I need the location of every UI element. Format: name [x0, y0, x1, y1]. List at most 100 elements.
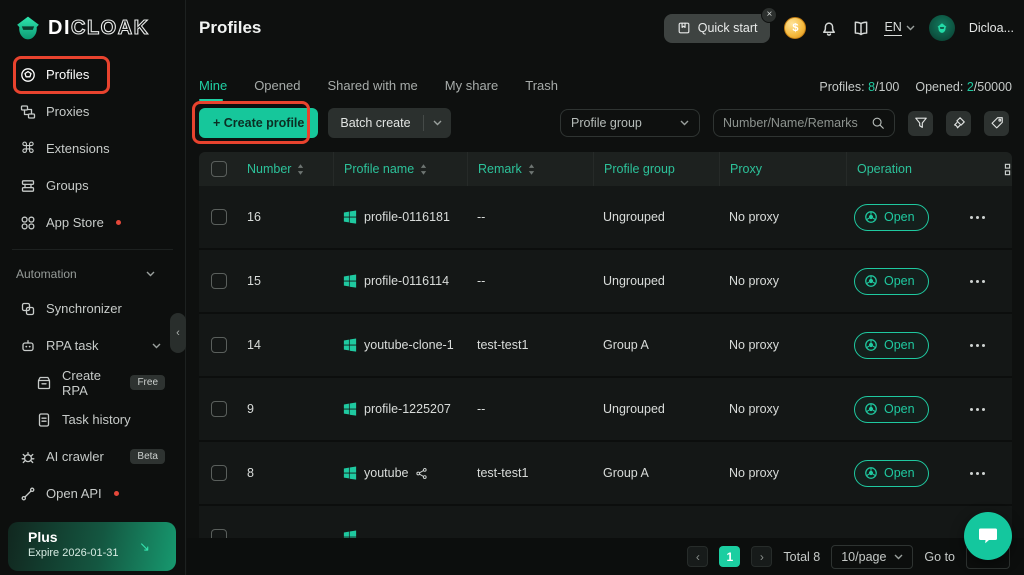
- row-checkbox[interactable]: [211, 401, 227, 417]
- row-menu-button[interactable]: [966, 404, 989, 415]
- table-row[interactable]: 14 youtube-clone-1 test-test1 Group A No…: [199, 314, 1012, 378]
- row-checkbox[interactable]: [211, 273, 227, 289]
- dicloak-logo-icon: [17, 16, 39, 40]
- sidebar-item-proxies[interactable]: Proxies: [8, 93, 167, 130]
- app-window: DICLOAK Profiles Proxies ⌘ Extensions Gr…: [0, 0, 1024, 575]
- filter-button[interactable]: [908, 110, 933, 136]
- section-label: Automation: [16, 267, 77, 281]
- row-group: Group A: [603, 338, 649, 352]
- sidebar-item-profiles[interactable]: Profiles: [8, 56, 167, 93]
- open-profile-button[interactable]: Open: [854, 267, 929, 295]
- header-remark[interactable]: Remark: [467, 152, 593, 186]
- search-input[interactable]: [723, 116, 871, 130]
- sidebar-collapse-handle[interactable]: ‹: [170, 313, 186, 353]
- windows-icon: [343, 530, 357, 538]
- tab-my-share[interactable]: My share: [445, 78, 498, 101]
- app-store-icon: [21, 216, 35, 229]
- browser-icon: [865, 339, 877, 351]
- open-profile-button[interactable]: Open: [854, 459, 929, 487]
- row-number: 16: [247, 210, 261, 224]
- brand-wordmark: DICLOAK: [48, 16, 150, 39]
- column-settings-icon[interactable]: [1004, 162, 1012, 177]
- rewards-coin-icon[interactable]: $: [784, 17, 807, 39]
- table-row-partial[interactable]: [199, 506, 1012, 538]
- sidebar-item-create-rpa[interactable]: Create RPA Free: [8, 364, 167, 401]
- row-menu-button[interactable]: [966, 468, 989, 479]
- prev-page-button[interactable]: ‹: [687, 546, 709, 567]
- sidebar-item-task-history[interactable]: Task history: [8, 401, 167, 438]
- opened-count-label: Opened:: [915, 79, 964, 94]
- plus-plan-card[interactable]: Plus Expire 2026-01-31 ↘: [8, 522, 176, 571]
- header-label: Number: [247, 162, 292, 176]
- tab-shared-with-me[interactable]: Shared with me: [327, 78, 417, 101]
- sidebar-item-extensions[interactable]: ⌘ Extensions: [8, 130, 167, 167]
- sidebar-section-automation[interactable]: Automation: [0, 258, 185, 290]
- page-size-select[interactable]: 10/page: [831, 544, 914, 569]
- open-profile-button[interactable]: Open: [854, 203, 929, 231]
- close-icon[interactable]: ×: [761, 6, 778, 23]
- row-checkbox[interactable]: [211, 209, 227, 225]
- docs-book-icon[interactable]: [852, 19, 870, 37]
- avatar[interactable]: [928, 15, 955, 41]
- select-all-checkbox[interactable]: [211, 161, 227, 177]
- guide-book-icon: [678, 22, 690, 34]
- row-menu-button[interactable]: [966, 340, 989, 351]
- sidebar-item-label: App Store: [46, 215, 104, 230]
- open-profile-button[interactable]: Open: [854, 395, 929, 423]
- batch-dropdown-button[interactable]: [424, 120, 451, 126]
- sidebar-item-label: Proxies: [46, 104, 90, 119]
- sort-icon: [528, 163, 534, 175]
- sidebar-divider: [12, 249, 173, 250]
- support-chat-button[interactable]: [964, 512, 1012, 560]
- header-profile-name[interactable]: Profile name: [333, 152, 467, 186]
- sidebar-item-label: Groups: [46, 178, 89, 193]
- open-profile-button[interactable]: Open: [854, 331, 929, 359]
- create-rpa-icon: [37, 376, 51, 389]
- avatar-mask-icon: [937, 23, 947, 33]
- row-group: Ungrouped: [603, 274, 665, 288]
- notification-dot: [115, 220, 121, 225]
- clear-button[interactable]: [946, 110, 971, 136]
- chevron-down-icon: [894, 554, 903, 559]
- tags-button[interactable]: [984, 110, 1009, 136]
- sidebar-item-groups[interactable]: Groups: [8, 167, 167, 204]
- table-row[interactable]: 15 profile-0116114 -- Ungrouped No proxy…: [199, 250, 1012, 314]
- search-icon[interactable]: [871, 116, 885, 130]
- tab-opened[interactable]: Opened: [254, 78, 300, 101]
- batch-create-button[interactable]: Batch create: [328, 108, 451, 138]
- tab-mine[interactable]: Mine: [199, 78, 227, 101]
- brush-icon: [953, 117, 965, 129]
- create-profile-button[interactable]: + Create profile: [199, 108, 319, 138]
- next-page-button[interactable]: ›: [751, 546, 773, 567]
- sidebar-item-open-api[interactable]: Open API: [8, 475, 167, 512]
- row-checkbox[interactable]: [211, 337, 227, 353]
- browser-icon: [865, 467, 877, 479]
- header-number[interactable]: Number: [237, 152, 333, 186]
- sidebar-item-app-store[interactable]: App Store: [8, 204, 167, 241]
- profile-group-filter-label: Profile group: [571, 116, 642, 130]
- windows-icon: [343, 210, 357, 224]
- row-checkbox[interactable]: [211, 529, 227, 538]
- quick-start-button[interactable]: Quick start ×: [663, 6, 778, 43]
- sidebar-item-ai-crawler[interactable]: AI crawler Beta: [8, 438, 167, 475]
- table-row[interactable]: 9 profile-1225207 -- Ungrouped No proxy …: [199, 378, 1012, 442]
- row-checkbox[interactable]: [211, 465, 227, 481]
- row-menu-button[interactable]: [966, 276, 989, 287]
- sidebar-item-label: Open API: [46, 486, 102, 501]
- language-selector[interactable]: EN: [884, 20, 915, 36]
- sidebar-item-rpa-task[interactable]: RPA task: [8, 327, 167, 364]
- tab-trash[interactable]: Trash: [525, 78, 558, 101]
- bell-icon[interactable]: [820, 19, 838, 37]
- extensions-icon: ⌘: [20, 139, 36, 157]
- table-row[interactable]: 8 youtube test-test1 Group A No proxy Op…: [199, 442, 1012, 506]
- sidebar-item-label: AI crawler: [46, 449, 104, 464]
- current-page[interactable]: 1: [719, 546, 741, 567]
- sidebar-item-synchronizer[interactable]: Synchronizer: [8, 290, 167, 327]
- profiles-count-label: Profiles:: [819, 79, 865, 94]
- profile-name: youtube: [364, 466, 409, 480]
- profile-group-filter[interactable]: Profile group: [560, 109, 700, 137]
- row-menu-button[interactable]: [966, 212, 989, 223]
- table-row[interactable]: 16 profile-0116181 -- Ungrouped No proxy…: [199, 186, 1012, 250]
- language-label: EN: [884, 20, 902, 36]
- windows-icon: [343, 274, 357, 288]
